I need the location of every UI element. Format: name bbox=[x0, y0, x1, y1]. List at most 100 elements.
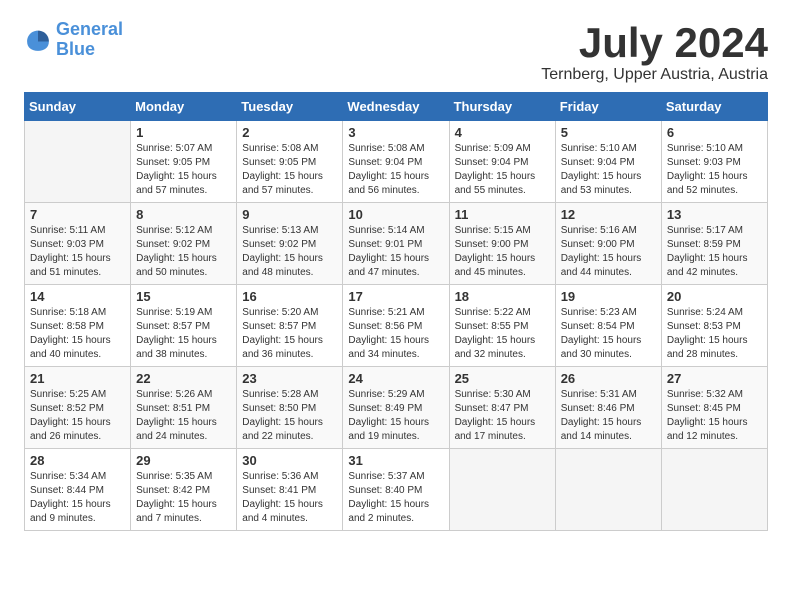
calendar-cell: 1 Sunrise: 5:07 AM Sunset: 9:05 PM Daylig… bbox=[131, 121, 237, 203]
calendar-cell: 23 Sunrise: 5:28 AM Sunset: 8:50 PM Dayli… bbox=[237, 367, 343, 449]
calendar-cell: 22 Sunrise: 5:26 AM Sunset: 8:51 PM Dayli… bbox=[131, 367, 237, 449]
calendar-week-row: 14 Sunrise: 5:18 AM Sunset: 8:58 PM Dayli… bbox=[25, 285, 768, 367]
day-header-wednesday: Wednesday bbox=[343, 93, 449, 121]
day-number: 11 bbox=[455, 207, 550, 222]
calendar-cell: 17Sunrise: 5:21 AM Sunset: 8:56 PM Dayli… bbox=[343, 285, 449, 367]
calendar-cell: 9 Sunrise: 5:13 AM Sunset: 9:02 PM Daylig… bbox=[237, 203, 343, 285]
calendar-cell: 3Sunrise: 5:08 AM Sunset: 9:04 PM Daylig… bbox=[343, 121, 449, 203]
day-info: Sunrise: 5:36 AM Sunset: 8:41 PM Dayligh… bbox=[242, 470, 337, 526]
day-info: Sunrise: 5:18 AM Sunset: 8:58 PM Dayligh… bbox=[30, 306, 125, 362]
day-info: Sunrise: 5:24 AM Sunset: 8:53 PM Dayligh… bbox=[667, 306, 762, 362]
day-number: 9 bbox=[242, 207, 337, 222]
day-number: 29 bbox=[136, 453, 231, 468]
day-number: 16 bbox=[242, 289, 337, 304]
calendar-cell: 20 Sunrise: 5:24 AM Sunset: 8:53 PM Dayli… bbox=[661, 285, 767, 367]
day-number: 4 bbox=[455, 125, 550, 140]
calendar-cell: 26Sunrise: 5:31 AM Sunset: 8:46 PM Dayli… bbox=[555, 367, 661, 449]
day-number: 20 bbox=[667, 289, 762, 304]
day-info: Sunrise: 5:08 AM Sunset: 9:04 PM Dayligh… bbox=[348, 142, 443, 198]
calendar-week-row: 28 Sunrise: 5:34 AM Sunset: 8:44 PM Dayli… bbox=[25, 449, 768, 531]
day-number: 31 bbox=[348, 453, 443, 468]
calendar-cell: 28 Sunrise: 5:34 AM Sunset: 8:44 PM Dayli… bbox=[25, 449, 131, 531]
day-info: Sunrise: 5:10 AM Sunset: 9:03 PM Dayligh… bbox=[667, 142, 762, 198]
day-number: 8 bbox=[136, 207, 231, 222]
day-header-friday: Friday bbox=[555, 93, 661, 121]
day-header-tuesday: Tuesday bbox=[237, 93, 343, 121]
title-block: July 2024 Ternberg, Upper Austria, Austr… bbox=[541, 20, 768, 84]
day-number: 22 bbox=[136, 371, 231, 386]
day-info: Sunrise: 5:12 AM Sunset: 9:02 PM Dayligh… bbox=[136, 224, 231, 280]
calendar-cell: 27Sunrise: 5:32 AM Sunset: 8:45 PM Dayli… bbox=[661, 367, 767, 449]
day-header-saturday: Saturday bbox=[661, 93, 767, 121]
day-header-thursday: Thursday bbox=[449, 93, 555, 121]
day-info: Sunrise: 5:15 AM Sunset: 9:00 PM Dayligh… bbox=[455, 224, 550, 280]
calendar-cell: 14 Sunrise: 5:18 AM Sunset: 8:58 PM Dayli… bbox=[25, 285, 131, 367]
calendar-cell: 16Sunrise: 5:20 AM Sunset: 8:57 PM Dayli… bbox=[237, 285, 343, 367]
day-number: 6 bbox=[667, 125, 762, 140]
day-number: 18 bbox=[455, 289, 550, 304]
calendar-cell bbox=[661, 449, 767, 531]
calendar-cell: 24 Sunrise: 5:29 AM Sunset: 8:49 PM Dayli… bbox=[343, 367, 449, 449]
calendar-cell: 11 Sunrise: 5:15 AM Sunset: 9:00 PM Dayli… bbox=[449, 203, 555, 285]
page-title: July 2024 bbox=[541, 20, 768, 66]
day-info: Sunrise: 5:29 AM Sunset: 8:49 PM Dayligh… bbox=[348, 388, 443, 444]
day-header-sunday: Sunday bbox=[25, 93, 131, 121]
calendar-cell: 21 Sunrise: 5:25 AM Sunset: 8:52 PM Dayli… bbox=[25, 367, 131, 449]
calendar-table: SundayMondayTuesdayWednesdayThursdayFrid… bbox=[24, 92, 768, 531]
day-number: 28 bbox=[30, 453, 125, 468]
calendar-cell: 31 Sunrise: 5:37 AM Sunset: 8:40 PM Dayli… bbox=[343, 449, 449, 531]
day-number: 23 bbox=[242, 371, 337, 386]
calendar-cell: 4 Sunrise: 5:09 AM Sunset: 9:04 PM Daylig… bbox=[449, 121, 555, 203]
day-number: 19 bbox=[561, 289, 656, 304]
calendar-cell: 8 Sunrise: 5:12 AM Sunset: 9:02 PM Daylig… bbox=[131, 203, 237, 285]
page-header: General Blue July 2024 Ternberg, Upper A… bbox=[24, 20, 768, 84]
day-info: Sunrise: 5:07 AM Sunset: 9:05 PM Dayligh… bbox=[136, 142, 231, 198]
day-info: Sunrise: 5:32 AM Sunset: 8:45 PM Dayligh… bbox=[667, 388, 762, 444]
calendar-cell: 13 Sunrise: 5:17 AM Sunset: 8:59 PM Dayli… bbox=[661, 203, 767, 285]
calendar-cell: 10 Sunrise: 5:14 AM Sunset: 9:01 PM Dayli… bbox=[343, 203, 449, 285]
calendar-cell: 15 Sunrise: 5:19 AM Sunset: 8:57 PM Dayli… bbox=[131, 285, 237, 367]
calendar-cell: 5Sunrise: 5:10 AM Sunset: 9:04 PM Daylig… bbox=[555, 121, 661, 203]
day-info: Sunrise: 5:13 AM Sunset: 9:02 PM Dayligh… bbox=[242, 224, 337, 280]
day-number: 30 bbox=[242, 453, 337, 468]
day-number: 21 bbox=[30, 371, 125, 386]
day-info: Sunrise: 5:23 AM Sunset: 8:54 PM Dayligh… bbox=[561, 306, 656, 362]
calendar-cell: 30 Sunrise: 5:36 AM Sunset: 8:41 PM Dayli… bbox=[237, 449, 343, 531]
day-info: Sunrise: 5:37 AM Sunset: 8:40 PM Dayligh… bbox=[348, 470, 443, 526]
calendar-cell: 6 Sunrise: 5:10 AM Sunset: 9:03 PM Daylig… bbox=[661, 121, 767, 203]
day-number: 1 bbox=[136, 125, 231, 140]
day-number: 13 bbox=[667, 207, 762, 222]
day-info: Sunrise: 5:28 AM Sunset: 8:50 PM Dayligh… bbox=[242, 388, 337, 444]
day-number: 14 bbox=[30, 289, 125, 304]
day-info: Sunrise: 5:26 AM Sunset: 8:51 PM Dayligh… bbox=[136, 388, 231, 444]
day-number: 12 bbox=[561, 207, 656, 222]
day-number: 24 bbox=[348, 371, 443, 386]
day-info: Sunrise: 5:19 AM Sunset: 8:57 PM Dayligh… bbox=[136, 306, 231, 362]
calendar-header-row: SundayMondayTuesdayWednesdayThursdayFrid… bbox=[25, 93, 768, 121]
calendar-cell: 19 Sunrise: 5:23 AM Sunset: 8:54 PM Dayli… bbox=[555, 285, 661, 367]
calendar-cell: 7Sunrise: 5:11 AM Sunset: 9:03 PM Daylig… bbox=[25, 203, 131, 285]
calendar-cell: 25Sunrise: 5:30 AM Sunset: 8:47 PM Dayli… bbox=[449, 367, 555, 449]
day-number: 15 bbox=[136, 289, 231, 304]
day-info: Sunrise: 5:17 AM Sunset: 8:59 PM Dayligh… bbox=[667, 224, 762, 280]
calendar-cell: 12 Sunrise: 5:16 AM Sunset: 9:00 PM Dayli… bbox=[555, 203, 661, 285]
logo-icon bbox=[24, 26, 52, 54]
day-number: 2 bbox=[242, 125, 337, 140]
day-info: Sunrise: 5:08 AM Sunset: 9:05 PM Dayligh… bbox=[242, 142, 337, 198]
calendar-cell: 18Sunrise: 5:22 AM Sunset: 8:55 PM Dayli… bbox=[449, 285, 555, 367]
calendar-cell bbox=[449, 449, 555, 531]
day-info: Sunrise: 5:09 AM Sunset: 9:04 PM Dayligh… bbox=[455, 142, 550, 198]
calendar-cell bbox=[25, 121, 131, 203]
day-info: Sunrise: 5:16 AM Sunset: 9:00 PM Dayligh… bbox=[561, 224, 656, 280]
day-info: Sunrise: 5:34 AM Sunset: 8:44 PM Dayligh… bbox=[30, 470, 125, 526]
day-info: Sunrise: 5:30 AM Sunset: 8:47 PM Dayligh… bbox=[455, 388, 550, 444]
day-header-monday: Monday bbox=[131, 93, 237, 121]
calendar-week-row: 1 Sunrise: 5:07 AM Sunset: 9:05 PM Daylig… bbox=[25, 121, 768, 203]
logo: General Blue bbox=[24, 20, 123, 60]
day-info: Sunrise: 5:31 AM Sunset: 8:46 PM Dayligh… bbox=[561, 388, 656, 444]
day-number: 17 bbox=[348, 289, 443, 304]
day-info: Sunrise: 5:14 AM Sunset: 9:01 PM Dayligh… bbox=[348, 224, 443, 280]
day-info: Sunrise: 5:25 AM Sunset: 8:52 PM Dayligh… bbox=[30, 388, 125, 444]
day-number: 7 bbox=[30, 207, 125, 222]
day-number: 10 bbox=[348, 207, 443, 222]
